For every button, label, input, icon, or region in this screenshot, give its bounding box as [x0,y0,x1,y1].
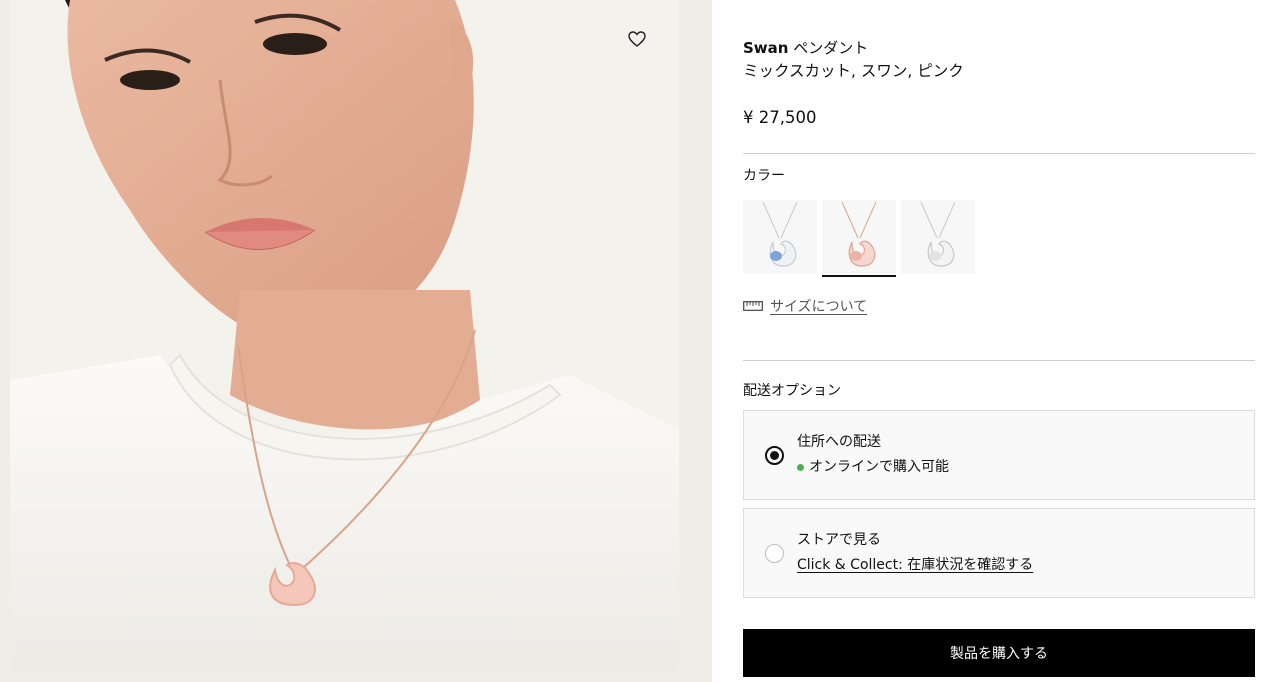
color-swatch-blue[interactable] [743,200,817,274]
color-swatches [743,200,975,277]
availability-text: オンラインで購入可能 [809,459,949,475]
buy-button[interactable]: 製品を購入する [743,629,1255,677]
product-price: ¥ 27,500 [743,108,817,127]
color-swatch-white[interactable] [901,200,975,274]
delivery-option-title: 住所への配送 [797,434,881,450]
product-photo [10,0,679,672]
divider [743,153,1255,154]
delivery-option-store[interactable]: ストアで見る Click & Collect: 在庫状況を確認する [743,508,1255,598]
model-illustration [10,0,679,672]
product-image-panel [0,0,712,682]
swan-thumbnail-icon [841,201,877,267]
product-details: Swan ペンダント ミックスカット, スワン, ピンク ¥ 27,500 カラ… [743,0,1255,682]
delivery-option-title: ストアで見る [797,532,881,548]
color-swatch-pink[interactable] [822,200,896,277]
product-subtitle: ミックスカット, スワン, ピンク [743,62,964,80]
available-dot-icon [797,463,804,471]
size-guide-label[interactable]: サイズについて [770,296,867,316]
wishlist-heart-icon[interactable] [624,28,650,50]
color-label: カラー [743,168,785,184]
delivery-label: 配送オプション [743,383,841,399]
swan-thumbnail-icon [762,201,798,267]
product-name: ペンダント [793,39,869,57]
ruler-icon [743,301,763,311]
size-guide-link[interactable]: サイズについて [743,296,867,316]
product-title: Swan ペンダント [743,37,868,59]
click-collect-link[interactable]: Click & Collect: 在庫状況を確認する [797,555,1033,575]
product-brand: Swan [743,39,789,57]
availability-status: オンラインで購入可能 [797,457,949,477]
radio-unselected-icon[interactable] [765,544,784,563]
delivery-option-home[interactable]: 住所への配送 オンラインで購入可能 [743,410,1255,500]
radio-selected-icon[interactable] [765,446,784,465]
swan-thumbnail-icon [920,201,956,267]
divider [743,360,1255,361]
